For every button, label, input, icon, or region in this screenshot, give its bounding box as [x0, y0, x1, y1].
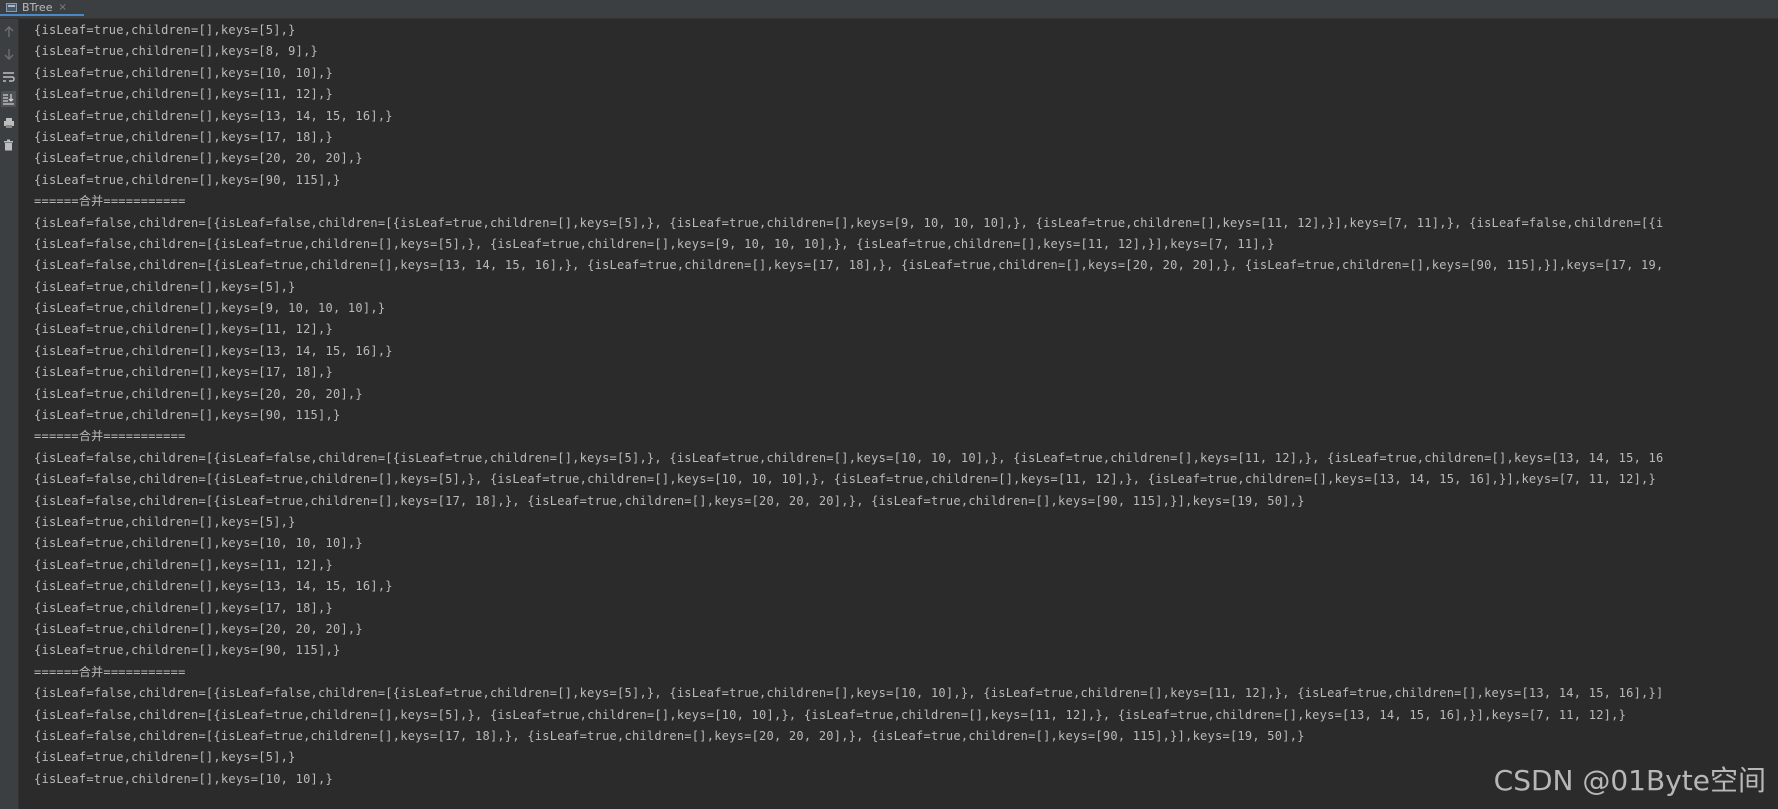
trash-icon[interactable]	[1, 137, 16, 153]
console-line: {isLeaf=true,children=[],keys=[5],}	[34, 279, 296, 294]
console-line: {isLeaf=false,children=[{isLeaf=true,chi…	[34, 258, 1664, 273]
soft-wrap-icon[interactable]	[1, 69, 16, 85]
console-line: {isLeaf=false,children=[{isLeaf=true,chi…	[34, 707, 1627, 722]
run-window: BTree × {isLeaf=true,children=[],keys=[5…	[0, 0, 1778, 809]
console-output[interactable]: {isLeaf=true,children=[],keys=[5],} {isLe…	[26, 20, 1778, 809]
console-line: {isLeaf=true,children=[],keys=[5],}	[34, 23, 296, 37]
console-line: {isLeaf=true,children=[],keys=[17, 18],}	[34, 365, 333, 380]
console-line: {isLeaf=true,children=[],keys=[20, 20, 2…	[34, 386, 363, 401]
console-line: {isLeaf=true,children=[],keys=[9, 10, 10…	[34, 301, 386, 316]
console-line: {isLeaf=true,children=[],keys=[90, 115],…	[34, 643, 341, 658]
console-line: {isLeaf=false,children=[{isLeaf=false,ch…	[34, 686, 1664, 701]
scroll-to-end-icon[interactable]	[1, 91, 16, 107]
console-line: {isLeaf=false,children=[{isLeaf=true,chi…	[34, 493, 1305, 508]
console-toolbar	[0, 19, 19, 809]
console-line: {isLeaf=true,children=[],keys=[17, 18],}	[34, 129, 333, 144]
tab-title: BTree	[22, 0, 53, 14]
console-line: {isLeaf=true,children=[],keys=[5],}	[34, 514, 296, 529]
console-line: {isLeaf=true,children=[],keys=[13, 14, 1…	[34, 579, 393, 594]
console-line: {isLeaf=true,children=[],keys=[20, 20, 2…	[34, 621, 363, 636]
console-line: {isLeaf=true,children=[],keys=[10, 10, 1…	[34, 536, 363, 551]
watermark-text: CSDN @01Byte空间	[1493, 764, 1766, 797]
run-console-icon	[6, 2, 17, 12]
console-line: {isLeaf=true,children=[],keys=[10, 10],}	[34, 65, 333, 80]
close-icon[interactable]: ×	[58, 2, 66, 13]
console-line: {isLeaf=true,children=[],keys=[11, 12],}	[34, 322, 333, 337]
console-line: {isLeaf=true,children=[],keys=[11, 12],}	[34, 87, 333, 102]
console-line: {isLeaf=false,children=[{isLeaf=true,chi…	[34, 728, 1305, 743]
console-line: {isLeaf=false,children=[{isLeaf=true,chi…	[34, 472, 1656, 487]
arrow-down-icon[interactable]	[1, 46, 16, 62]
print-icon[interactable]	[1, 115, 16, 131]
console-line: {isLeaf=true,children=[],keys=[20, 20, 2…	[34, 151, 363, 166]
console-line: {isLeaf=true,children=[],keys=[90, 115],…	[34, 408, 341, 423]
console-line: {isLeaf=true,children=[],keys=[90, 115],…	[34, 172, 341, 187]
console-line: {isLeaf=true,children=[],keys=[8, 9],}	[34, 44, 319, 59]
arrow-up-icon[interactable]	[1, 24, 16, 40]
console-line: {isLeaf=true,children=[],keys=[13, 14, 1…	[34, 343, 393, 358]
tab-btree[interactable]: BTree ×	[0, 0, 84, 16]
tool-window-tabbar: BTree ×	[0, 0, 1778, 19]
console-line: {isLeaf=true,children=[],keys=[17, 18],}	[34, 600, 333, 615]
console-line: {isLeaf=false,children=[{isLeaf=false,ch…	[34, 450, 1664, 465]
console-line: {isLeaf=true,children=[],keys=[11, 12],}	[34, 557, 333, 572]
console-line: ======合并===========	[34, 194, 186, 209]
console-line: {isLeaf=false,children=[{isLeaf=false,ch…	[34, 215, 1664, 230]
console-line: {isLeaf=false,children=[{isLeaf=true,chi…	[34, 236, 1275, 251]
console-line: ======合并===========	[34, 429, 186, 444]
console-line: ======合并===========	[34, 664, 186, 679]
console-line: {isLeaf=true,children=[],keys=[13, 14, 1…	[34, 108, 393, 123]
